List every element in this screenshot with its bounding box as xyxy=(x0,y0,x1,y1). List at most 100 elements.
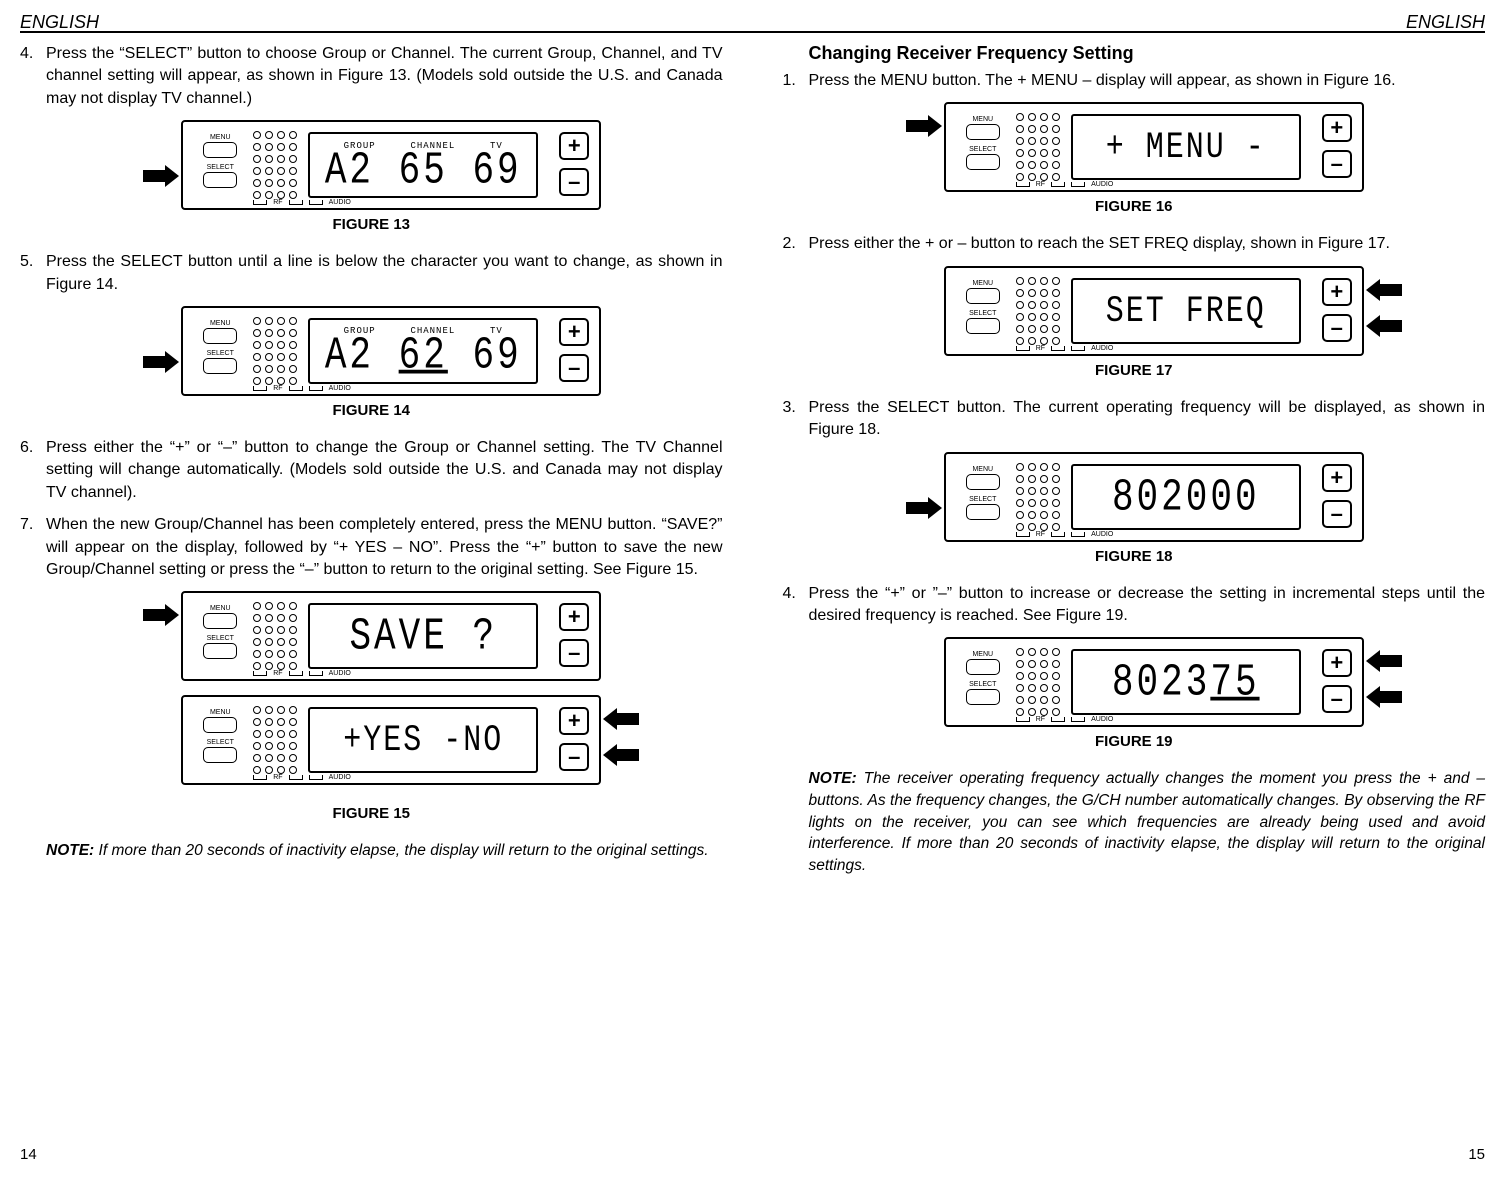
device-buttons: MENU SELECT xyxy=(193,134,247,194)
step-7: 7. When the new Group/Channel has been c… xyxy=(20,514,723,581)
select-button[interactable] xyxy=(966,154,1000,170)
select-button[interactable] xyxy=(966,689,1000,705)
menu-button[interactable] xyxy=(966,474,1000,490)
menu-button[interactable] xyxy=(203,328,237,344)
minus-button[interactable]: – xyxy=(559,639,589,667)
led-grid xyxy=(253,317,298,386)
note-body: If more than 20 seconds of inactivity el… xyxy=(94,842,708,859)
receiver-device: MENU SELECT GROUP xyxy=(181,120,601,210)
header-right: ENGLISH xyxy=(1406,12,1485,33)
figure-18: MENU SELECT 802000 + – xyxy=(783,452,1486,565)
plus-button[interactable]: + xyxy=(559,603,589,631)
lcd-display: SET FREQ xyxy=(1073,293,1299,331)
minus-button[interactable]: – xyxy=(1322,314,1352,342)
select-button[interactable] xyxy=(203,643,237,659)
step-number: 6. xyxy=(20,437,46,504)
figure-19: MENU SELECT 802375 + – xyxy=(783,637,1486,750)
select-button[interactable] xyxy=(966,504,1000,520)
note-body: The receiver operating frequency actuall… xyxy=(809,770,1486,874)
footer: 14 15 xyxy=(20,1146,1485,1163)
header-left: ENGLISH xyxy=(20,12,99,33)
page-number-right: 15 xyxy=(1468,1146,1485,1163)
step-6: 6. Press either the “+” or “–” button to… xyxy=(20,437,723,504)
receiver-device: MENU SELECT SET FREQ + – xyxy=(944,266,1364,356)
figure-14: MENU SELECT GROUP xyxy=(20,306,723,419)
plus-button[interactable]: + xyxy=(559,318,589,346)
select-button[interactable] xyxy=(966,318,1000,334)
minus-button[interactable]: – xyxy=(559,743,589,771)
section-title: Changing Receiver Frequency Setting xyxy=(809,43,1486,64)
plus-minus-buttons: + – xyxy=(559,132,589,196)
lcd-display: SAVE ? xyxy=(310,615,536,660)
minus-button[interactable]: – xyxy=(559,354,589,382)
lcd-screen: GROUP CHANNEL TV A2 65 69 xyxy=(308,132,538,198)
lcd-display: +YES -NO xyxy=(310,723,536,761)
left-note: NOTE: If more than 20 seconds of inactiv… xyxy=(46,840,723,862)
receiver-device: MENU SELECT + MENU - + – xyxy=(944,102,1364,192)
receiver-device: MENU SELECT GROUP xyxy=(181,306,601,396)
plus-button[interactable]: + xyxy=(1322,278,1352,306)
select-button[interactable] xyxy=(203,358,237,374)
lcd-display: 802375 xyxy=(1073,661,1299,706)
bottom-labels: RF AUDIO xyxy=(253,199,351,206)
rf-label: RF xyxy=(273,199,282,206)
receiver-device: MENU SELECT 802000 + – xyxy=(944,452,1364,542)
led-grid xyxy=(253,131,298,200)
figure-caption: FIGURE 19 xyxy=(783,733,1486,750)
plus-button[interactable]: + xyxy=(1322,464,1352,492)
step-text: Press the “SELECT” button to choose Grou… xyxy=(46,43,723,110)
plus-button[interactable]: + xyxy=(559,707,589,735)
receiver-device: MENU SELECT 802375 + – xyxy=(944,637,1364,727)
step-number: 5. xyxy=(20,251,46,296)
menu-button[interactable] xyxy=(203,613,237,629)
page-header: ENGLISH ENGLISH xyxy=(20,10,1485,33)
step-1: 1. Press the MENU button. The + MENU – d… xyxy=(783,70,1486,92)
step-4: 4. Press the “SELECT” button to choose G… xyxy=(20,43,723,110)
lcd-display: + MENU - xyxy=(1073,130,1299,168)
note-lead: NOTE: xyxy=(46,842,94,859)
figure-caption: FIGURE 15 xyxy=(20,805,723,822)
step-text: Press either the “+” or “–” button to ch… xyxy=(46,437,723,504)
figure-13: MENU SELECT GROUP xyxy=(20,120,723,233)
device-buttons: MENU SELECT xyxy=(193,320,247,380)
minus-button[interactable]: – xyxy=(559,168,589,196)
select-button[interactable] xyxy=(203,172,237,188)
menu-label: MENU xyxy=(193,134,247,141)
menu-button[interactable] xyxy=(966,288,1000,304)
step-number: 7. xyxy=(20,514,46,581)
plus-button[interactable]: + xyxy=(1322,649,1352,677)
select-button[interactable] xyxy=(203,747,237,763)
plus-button[interactable]: + xyxy=(1322,114,1352,142)
figure-caption: FIGURE 16 xyxy=(783,198,1486,215)
step-5: 5. Press the SELECT button until a line … xyxy=(20,251,723,296)
step-text: When the new Group/Channel has been comp… xyxy=(46,514,723,581)
menu-button[interactable] xyxy=(203,142,237,158)
step-3: 3. Press the SELECT button. The current … xyxy=(783,397,1486,442)
figure-15: MENU SELECT SAVE ? + – xyxy=(20,591,723,822)
right-column: Changing Receiver Frequency Setting 1. P… xyxy=(783,43,1486,877)
menu-button[interactable] xyxy=(966,124,1000,140)
minus-button[interactable]: – xyxy=(1322,685,1352,713)
minus-button[interactable]: – xyxy=(1322,150,1352,178)
step-2: 2. Press either the + or – button to rea… xyxy=(783,233,1486,255)
figure-16: MENU SELECT + MENU - + – xyxy=(783,102,1486,215)
menu-button[interactable] xyxy=(966,659,1000,675)
step-text: Press the SELECT button until a line is … xyxy=(46,251,723,296)
lcd-display: 802000 xyxy=(1073,475,1299,520)
page-number-left: 14 xyxy=(20,1146,37,1163)
lcd-display: A2 65 69 xyxy=(310,148,536,193)
menu-button[interactable] xyxy=(203,717,237,733)
lcd-screen: GROUP CHANNEL TV A2 62 69 xyxy=(308,318,538,384)
minus-button[interactable]: – xyxy=(1322,500,1352,528)
step-4r: 4. Press the “+” or ”–” button to increa… xyxy=(783,583,1486,628)
receiver-device: MENU SELECT +YES -NO + – xyxy=(181,695,601,785)
right-note: NOTE: The receiver operating frequency a… xyxy=(809,768,1486,876)
select-label: SELECT xyxy=(193,164,247,171)
figure-caption: FIGURE 14 xyxy=(20,402,723,419)
step-number: 4. xyxy=(20,43,46,110)
receiver-device: MENU SELECT SAVE ? + – xyxy=(181,591,601,681)
figure-caption: FIGURE 17 xyxy=(783,362,1486,379)
left-column: 4. Press the “SELECT” button to choose G… xyxy=(20,43,723,877)
plus-button[interactable]: + xyxy=(559,132,589,160)
figure-17: MENU SELECT SET FREQ + – xyxy=(783,266,1486,379)
